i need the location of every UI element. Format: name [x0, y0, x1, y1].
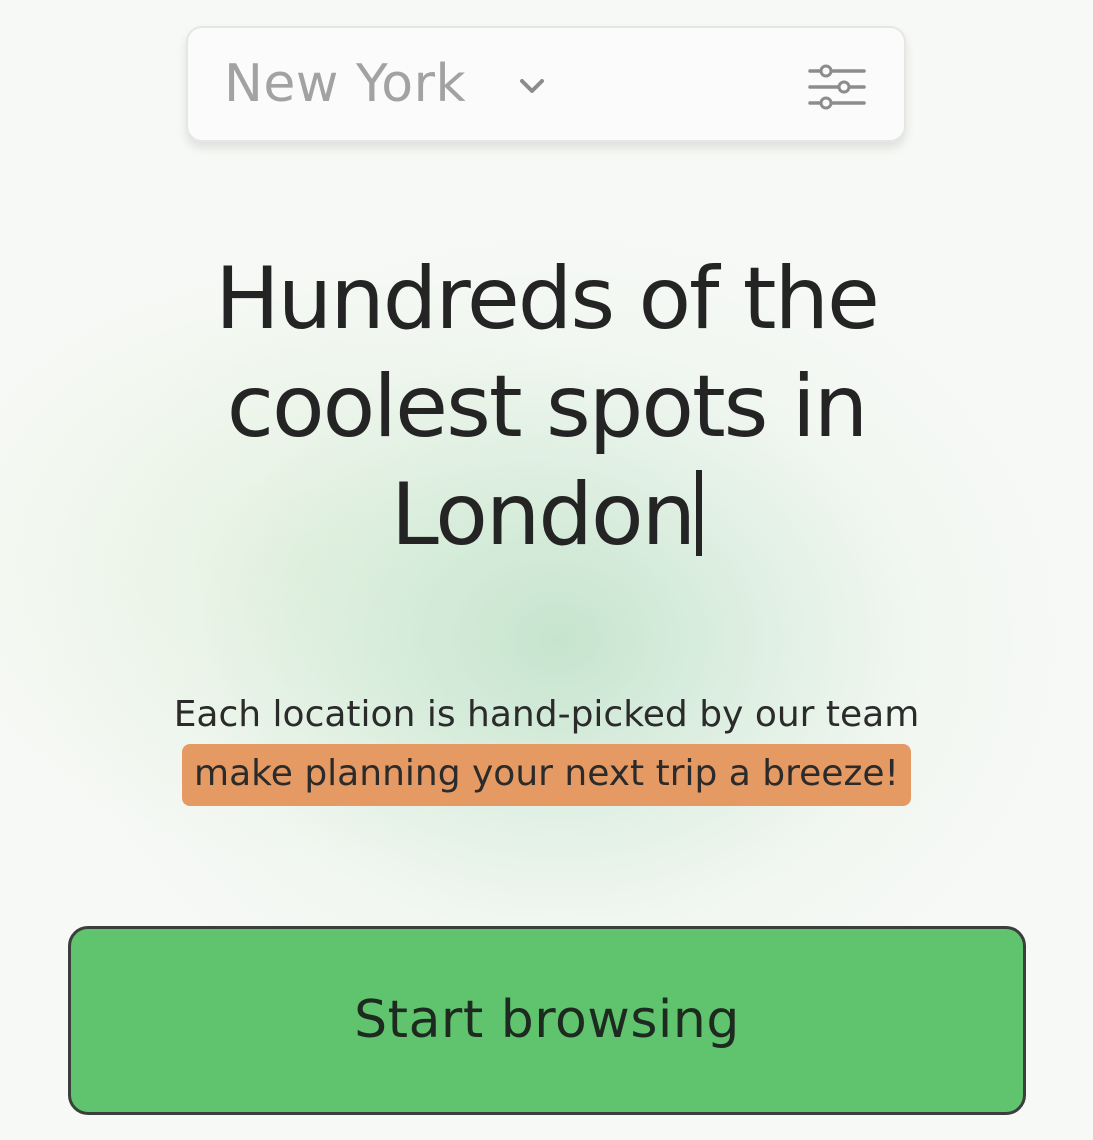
city-select-value: New York: [224, 54, 467, 114]
typing-cursor: [696, 470, 703, 556]
headline-line-1: Hundreds of the: [215, 249, 880, 349]
subtext-highlight: make planning your next trip a breeze!: [182, 744, 911, 806]
chevron-down-icon[interactable]: [516, 70, 548, 102]
headline-line-3: London: [0, 461, 1093, 569]
hero-subtext: Each location is hand-picked by our team…: [0, 688, 1093, 806]
start-browsing-button[interactable]: Start browsing: [68, 926, 1026, 1115]
city-selector[interactable]: New York: [186, 26, 906, 142]
headline-city: London: [390, 465, 696, 565]
sliders-icon[interactable]: [808, 62, 866, 112]
subtext-line-1: Each location is hand-picked by our team: [173, 694, 920, 735]
headline-line-2: coolest spots in: [226, 357, 868, 457]
hero-headline: Hundreds of the coolest spots in London: [0, 245, 1093, 569]
